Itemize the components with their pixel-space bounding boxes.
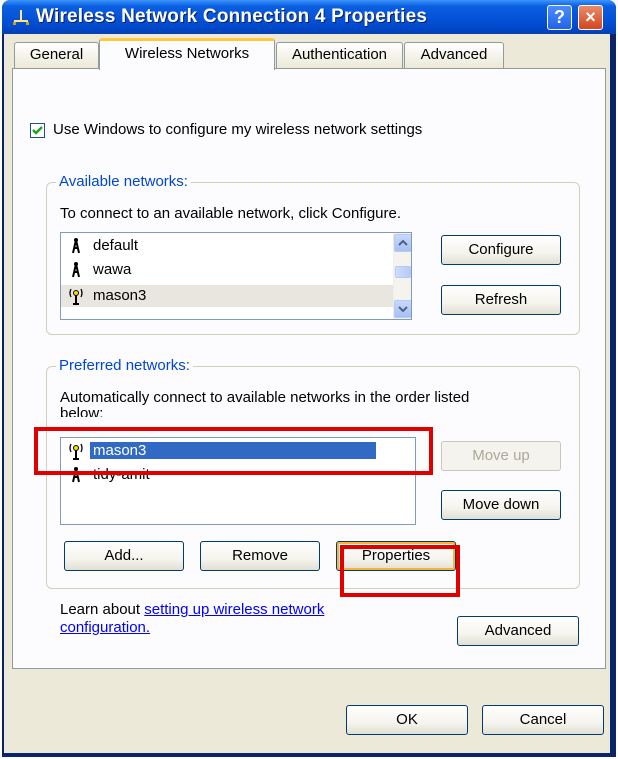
scroll-thumb[interactable] — [395, 266, 411, 278]
window-title: Wireless Network Connection 4 Properties — [36, 6, 428, 27]
learn-about-link-continued[interactable]: configuration. — [60, 619, 150, 636]
preferred-networks-list[interactable]: mason3 tidy-amit — [60, 437, 416, 525]
preferred-instruction-line2: below: — [60, 405, 104, 417]
cancel-button[interactable]: Cancel — [482, 705, 604, 735]
network-name: tidy-amit — [93, 466, 150, 483]
ok-button[interactable]: OK — [346, 705, 468, 735]
available-networks-legend: Available networks: — [56, 173, 191, 190]
network-name: default — [93, 237, 139, 254]
advanced-button[interactable]: Advanced — [457, 616, 579, 646]
antenna-icon — [72, 467, 80, 483]
remove-button[interactable]: Remove — [200, 541, 320, 571]
list-item[interactable]: wawa — [61, 259, 391, 281]
checkmark-icon — [32, 126, 43, 135]
refresh-button[interactable]: Refresh — [441, 285, 561, 315]
preferred-networks-legend: Preferred networks: — [56, 357, 193, 374]
help-button[interactable]: ? — [547, 5, 572, 30]
tab-authentication[interactable]: Authentication — [276, 42, 403, 68]
properties-button[interactable]: Properties — [336, 541, 456, 571]
move-up-button[interactable]: Move up — [441, 441, 561, 471]
title-bar[interactable]: Wireless Network Connection 4 Properties… — [2, 0, 616, 34]
learn-about-text: Learn about setting up wireless network — [60, 601, 324, 618]
vertical-scrollbar[interactable] — [393, 233, 411, 319]
chevron-down-icon — [398, 306, 408, 313]
signal-radiating-antenna-icon — [69, 288, 83, 305]
learn-about-link[interactable]: setting up wireless network — [144, 601, 324, 618]
available-instruction: To connect to an available network, clic… — [60, 205, 402, 222]
tab-general[interactable]: General — [14, 42, 99, 68]
antenna-icon — [72, 262, 80, 278]
close-button[interactable]: × — [578, 5, 603, 30]
use-windows-checkbox[interactable] — [30, 123, 45, 138]
list-item[interactable]: tidy-amit — [61, 464, 415, 486]
list-item[interactable]: default — [61, 235, 391, 257]
network-name: mason3 — [90, 442, 376, 459]
configure-button[interactable]: Configure — [441, 235, 561, 265]
use-windows-label[interactable]: Use Windows to configure my wireless net… — [53, 121, 422, 138]
add-button[interactable]: Add... — [64, 541, 184, 571]
chevron-up-icon — [398, 239, 408, 246]
preferred-instruction-line1: Automatically connect to available netwo… — [60, 389, 470, 406]
scroll-down-button[interactable] — [394, 300, 411, 318]
learn-about-prefix: Learn about — [60, 601, 145, 618]
list-item[interactable]: mason3 — [61, 440, 415, 462]
tab-advanced[interactable]: Advanced — [404, 42, 504, 68]
scroll-up-button[interactable] — [394, 234, 411, 252]
network-name: mason3 — [93, 287, 147, 304]
list-item[interactable]: mason3 — [61, 285, 393, 307]
tab-wireless-networks[interactable]: Wireless Networks — [99, 38, 275, 70]
network-connection-icon — [13, 10, 29, 25]
network-name: wawa — [93, 261, 132, 278]
available-networks-list[interactable]: default wawa mason3 — [60, 232, 412, 320]
antenna-icon — [72, 238, 80, 254]
signal-radiating-antenna-icon — [69, 443, 83, 460]
move-down-button[interactable]: Move down — [441, 490, 561, 520]
